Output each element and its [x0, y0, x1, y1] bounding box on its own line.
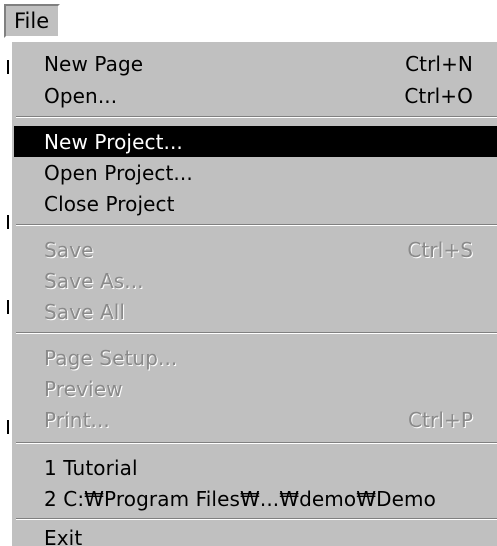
menu-item-label: 1 Tutorial — [44, 455, 138, 480]
menu-item-label: New Project... — [44, 129, 183, 154]
menu-item-preview: Preview — [14, 373, 497, 404]
menu-item-label: Save — [44, 237, 94, 262]
menu-item-shortcut: Ctrl+P — [407, 407, 473, 432]
menu-item-open[interactable]: Open... Ctrl+O — [14, 80, 497, 111]
menu-item-shortcut: Ctrl+S — [407, 237, 473, 262]
menu-separator — [16, 442, 497, 444]
menu-item-label: Page Setup... — [44, 345, 178, 370]
menu-separator — [16, 518, 497, 520]
window-edge-mark — [7, 215, 9, 229]
menu-item-label: Print... — [44, 407, 110, 432]
menu-item-page-setup: Page Setup... — [14, 342, 497, 373]
menu-separator — [16, 116, 497, 118]
menu-item-recent-tutorial[interactable]: 1 Tutorial — [14, 452, 497, 483]
menu-bar: File — [0, 0, 497, 40]
menu-item-label: Close Project — [44, 191, 175, 216]
background-window-edge — [0, 0, 10, 546]
menu-item-save-as: Save As... — [14, 265, 497, 296]
menu-item-new-project[interactable]: New Project... — [14, 126, 497, 157]
file-menu-dropdown: New Page Ctrl+N Open... Ctrl+O New Proje… — [10, 40, 497, 546]
menu-item-label: Open... — [44, 83, 118, 108]
menu-item-shortcut: Ctrl+O — [404, 83, 473, 108]
menu-item-close-project[interactable]: Close Project — [14, 188, 497, 219]
menu-item-label: 2 C:₩Program Files₩...₩demo₩Demo — [44, 486, 436, 511]
menu-item-save-all: Save All — [14, 296, 497, 327]
menu-item-label: Save As... — [44, 268, 144, 293]
menu-separator — [16, 332, 497, 334]
window-edge-mark — [7, 60, 9, 74]
menu-item-label: Preview — [44, 376, 123, 401]
menu-item-label: Save All — [44, 299, 126, 324]
window-edge-mark — [7, 420, 9, 434]
menu-item-recent-demo[interactable]: 2 C:₩Program Files₩...₩demo₩Demo — [14, 483, 497, 514]
window-edge-mark — [7, 300, 9, 314]
menu-separator — [16, 224, 497, 226]
menu-item-label: New Page — [44, 51, 144, 76]
file-menu-title[interactable]: File — [4, 4, 60, 38]
menu-item-label: Exit — [44, 526, 83, 546]
menu-item-exit[interactable]: Exit — [14, 526, 497, 546]
menu-item-save: Save Ctrl+S — [14, 234, 497, 265]
menu-item-open-project[interactable]: Open Project... — [14, 157, 497, 188]
menu-item-shortcut: Ctrl+N — [405, 51, 473, 76]
menu-item-new-page[interactable]: New Page Ctrl+N — [14, 48, 497, 79]
menu-item-print: Print... Ctrl+P — [14, 404, 497, 435]
menu-item-label: Open Project... — [44, 160, 193, 185]
